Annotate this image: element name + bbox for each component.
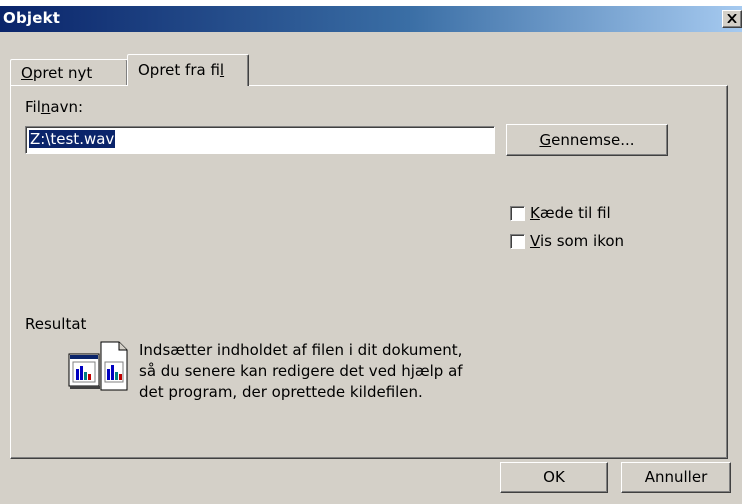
tab-label-pre: Opret fra fi — [138, 61, 220, 79]
tab-opret-nyt[interactable]: Opret nyt — [10, 59, 128, 85]
tab-label-post: pret nyt — [32, 64, 93, 82]
link-to-file-label: Kæde til fil — [530, 204, 611, 222]
link-label-text: æde til fil — [539, 204, 611, 222]
window-title: Objekt — [3, 9, 61, 27]
close-icon — [727, 14, 737, 23]
filename-input[interactable]: Z:\test.wav — [25, 126, 495, 154]
filename-label-post: avn: — [50, 98, 84, 116]
tab-opret-fra-fil[interactable]: Opret fra fil — [127, 54, 249, 86]
ok-button[interactable]: OK — [500, 462, 608, 493]
result-line: så du senere kan redigere det ved hjælp … — [139, 362, 463, 380]
tab-panel: Filnavn: Z:\test.wav Gennemse... Kæde ti… — [10, 85, 728, 459]
embed-object-icon — [68, 341, 128, 391]
icon-label-text: is som ikon — [539, 232, 625, 250]
link-to-file-checkbox[interactable] — [510, 206, 525, 221]
result-description: Indsætter indholdet af filen i dit dokum… — [139, 340, 499, 403]
show-as-icon-checkbox[interactable] — [510, 234, 525, 249]
filename-label-mnemonic: n — [40, 98, 51, 116]
result-line: Indsætter indholdet af filen i dit dokum… — [139, 341, 463, 359]
dialog-window: Objekt Opret nyt Opret fra fil Filnavn: … — [0, 6, 742, 504]
show-as-icon-label: Vis som ikon — [530, 232, 624, 250]
tab-label-mnemonic: O — [21, 64, 33, 82]
browse-button[interactable]: Gennemse... — [506, 124, 668, 156]
browse-label-mnemonic: G — [539, 131, 552, 149]
filename-label-pre: Fil — [25, 98, 41, 116]
title-bar[interactable]: Objekt — [0, 6, 742, 32]
browse-label: ennemse... — [551, 131, 635, 149]
filename-label: Filnavn: — [25, 98, 83, 116]
tab-label-mnemonic: l — [219, 61, 225, 79]
link-label-mnemonic: K — [530, 204, 540, 222]
filename-value: Z:\test.wav — [29, 130, 116, 148]
cancel-button[interactable]: Annuller — [621, 462, 731, 493]
close-button[interactable] — [722, 10, 742, 28]
result-line: det program, der oprettede kildefilen. — [139, 383, 423, 401]
icon-label-mnemonic: V — [530, 232, 540, 250]
result-label: Resultat — [25, 315, 87, 333]
